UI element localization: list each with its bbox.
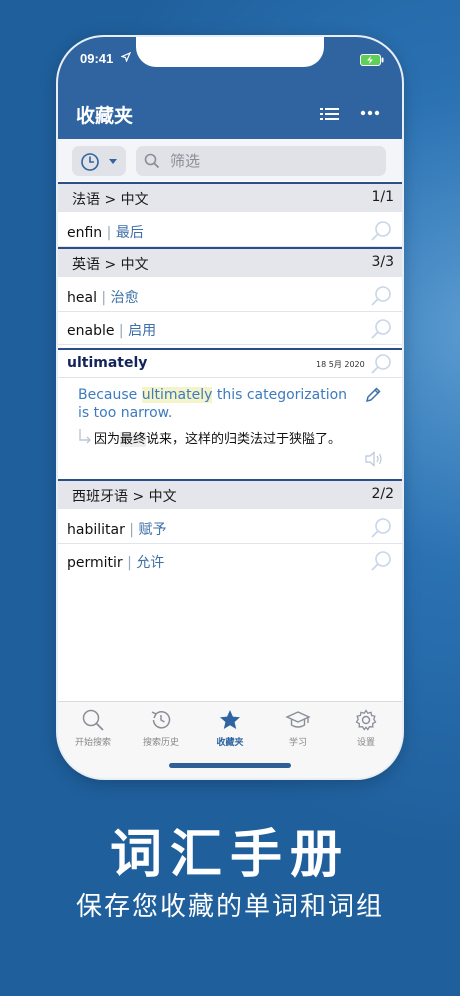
example-translation: 因为最终说来，这样的归类法过于狭隘了。 (94, 432, 342, 447)
location-arrow-icon (121, 52, 131, 62)
expanded-list-item[interactable]: ultimately 18 5月 2020 (58, 348, 402, 378)
list-icon[interactable] (320, 106, 340, 122)
tab-start-search[interactable]: 开始搜索 (60, 708, 126, 748)
history-icon (151, 711, 171, 729)
list-item[interactable]: heal | 治愈 (58, 280, 402, 312)
group-count: 1/1 (371, 189, 394, 205)
device-notch (136, 37, 324, 67)
return-arrow-icon (79, 429, 91, 444)
search-icon (82, 709, 104, 731)
example-highlight: ultimately (141, 387, 213, 403)
tab-label: 设置 (356, 738, 375, 748)
entry-word: enable (67, 323, 115, 339)
star-icon (220, 710, 240, 729)
group-header-french-chinese: 法语 > 中文 1/1 (58, 182, 402, 212)
home-indicator (169, 763, 291, 768)
group-title: 英语 > 中文 (72, 257, 149, 273)
group-count: 2/2 (371, 486, 394, 502)
translation-highlight: 最终 (120, 432, 147, 447)
group-header-english-chinese: 英语 > 中文 3/3 (58, 247, 402, 277)
entry-translation: 赋予 (138, 522, 167, 538)
magnifier-icon[interactable] (370, 318, 392, 340)
page-title: 收藏夹 (76, 105, 134, 127)
group-header-spanish-chinese: 西班牙语 > 中文 2/2 (58, 479, 402, 509)
speaker-icon[interactable] (364, 451, 384, 467)
magnifier-icon[interactable] (370, 517, 392, 539)
magnifier-icon[interactable] (370, 550, 392, 572)
tab-learn[interactable]: 学习 (265, 708, 331, 748)
entry-word: habilitar (67, 522, 125, 538)
promo-title: 词汇手册 (109, 825, 350, 885)
group-title: 法语 > 中文 (72, 192, 149, 208)
list-item[interactable]: enable | 启用 (58, 313, 402, 345)
magnifier-icon[interactable] (370, 353, 392, 375)
tab-settings[interactable]: 设置 (333, 708, 399, 748)
tab-label: 开始搜索 (74, 738, 111, 748)
entry-word: ultimately (67, 355, 148, 371)
magnifier-icon[interactable] (370, 220, 392, 242)
more-icon[interactable] (360, 110, 380, 116)
battery-icon (360, 54, 384, 66)
magnifier-icon[interactable] (370, 285, 392, 307)
entry-word: enfin (67, 225, 103, 241)
chevron-down-icon (109, 159, 117, 164)
tab-label: 收藏夹 (216, 738, 244, 748)
list-item[interactable]: enfin | 最后 (58, 215, 402, 247)
pencil-icon[interactable] (364, 386, 382, 404)
entry-translation: 启用 (128, 323, 157, 339)
clock-icon (81, 153, 99, 171)
phone-frame: 09:41 收藏夹 法语 > 中文 1/1 e (58, 37, 402, 778)
entry-date: 18 5月 2020 (316, 360, 365, 369)
entry-translation: 治愈 (110, 290, 139, 306)
entry-translation: 允许 (136, 555, 165, 571)
search-bar (58, 139, 402, 181)
tab-label: 搜索历史 (142, 738, 179, 748)
gear-icon (355, 709, 377, 731)
list-item[interactable]: habilitar | 赋予 (58, 512, 402, 544)
tab-search-history[interactable]: 搜索历史 (128, 708, 194, 748)
example-sentence: Because ultimately this categorization i… (78, 387, 348, 421)
group-count: 3/3 (371, 254, 394, 270)
promo-subtitle: 保存您收藏的单词和词组 (75, 892, 384, 922)
tab-favorites[interactable]: 收藏夹 (197, 708, 263, 748)
entry-word: permitir (67, 555, 123, 571)
status-time: 09:41 (80, 51, 114, 66)
search-icon (144, 153, 160, 169)
entry-word: heal (67, 290, 97, 306)
history-filter-button[interactable] (72, 146, 126, 176)
filter-input[interactable] (136, 146, 386, 176)
graduation-cap-icon (285, 711, 311, 728)
entry-translation: 最后 (115, 225, 144, 241)
group-title: 西班牙语 > 中文 (72, 489, 177, 505)
tab-label: 学习 (288, 738, 307, 748)
list-item[interactable]: permitir | 允许 (58, 545, 402, 577)
